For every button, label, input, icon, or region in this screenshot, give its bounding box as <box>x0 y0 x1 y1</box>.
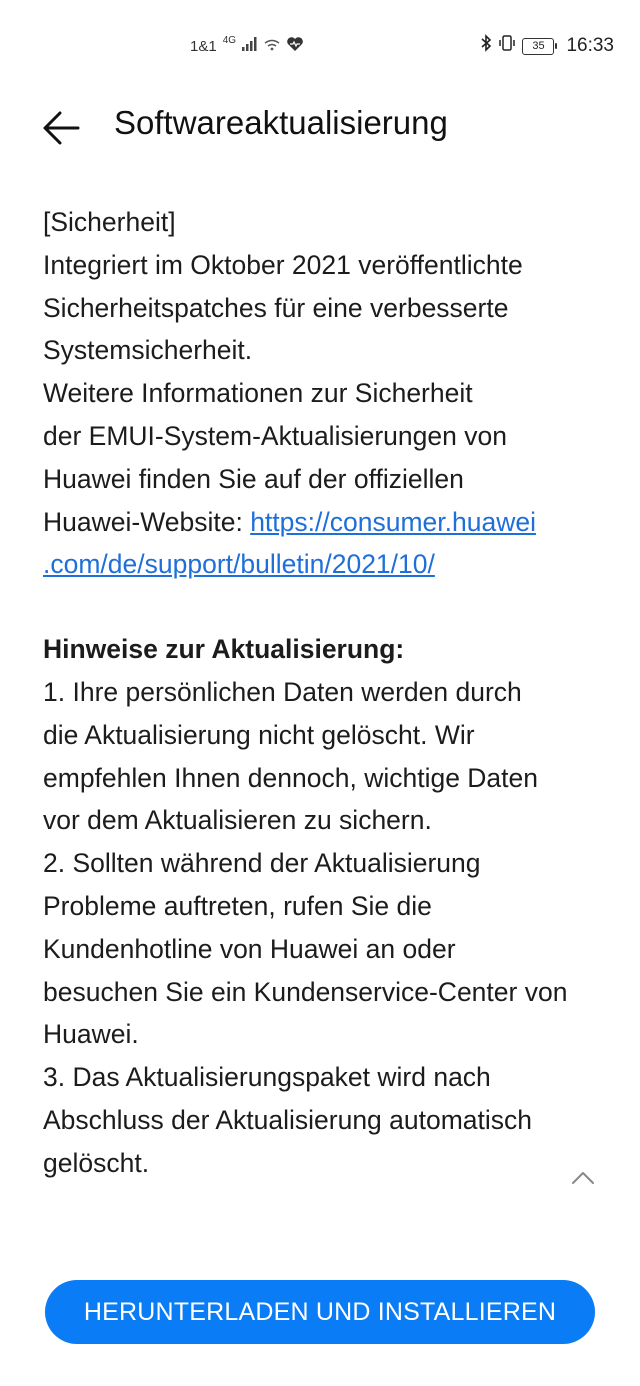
notes-line-2: die Aktualisierung nicht gelöscht. Wir <box>43 719 475 750</box>
app-header: Softwareaktualisierung <box>0 96 640 160</box>
notes-line-5: 2. Sollten während der Aktualisierung <box>43 848 481 879</box>
security-line-1: Integriert im Oktober 2021 veröffentlich… <box>43 249 523 280</box>
notes-line-10: 3. Das Aktualisierungspaket wird nach <box>43 1062 491 1093</box>
security-line-5: der EMUI-System-Aktualisierungen von <box>43 420 507 451</box>
release-notes: [Sicherheit] Integriert im Oktober 2021 … <box>43 201 603 1185</box>
page-title: Softwareaktualisierung <box>114 104 448 141</box>
status-right: 35 16:33 <box>480 34 614 58</box>
bulletin-link-continued[interactable]: .com/de/support/bulletin/2021/10/ <box>43 549 435 579</box>
security-line-6: Huawei finden Sie auf der offiziellen <box>43 463 464 494</box>
website-label: Huawei-Website: <box>43 506 251 537</box>
battery-level: 35 <box>532 39 545 52</box>
notes-heading: Hinweise zur Aktualisierung: <box>43 634 405 665</box>
back-button[interactable] <box>40 106 84 150</box>
carrier-label: 1&1 <box>190 37 217 55</box>
notes-line-12: gelöscht. <box>43 1147 150 1178</box>
security-line-4: Weitere Informationen zur Sicherheit <box>43 378 473 409</box>
bluetooth-icon <box>480 34 492 58</box>
notes-line-6: Probleme auftreten, rufen Sie die <box>43 890 432 921</box>
arrow-left-icon <box>43 111 80 145</box>
notes-line-8: besuchen Sie ein Kundenservice-Center vo… <box>43 976 568 1007</box>
security-line-2: Sicherheitspatches für eine verbesserte <box>43 292 509 323</box>
status-left: 1&1 4G <box>190 34 304 56</box>
notes-line-11: Abschluss der Aktualisierung automatisch <box>43 1104 533 1135</box>
wifi-icon <box>264 38 280 55</box>
status-bar: 1&1 4G 35 16:33 <box>0 28 640 64</box>
battery-icon: 35 <box>522 37 558 55</box>
website-line: Huawei-Website: https://consumer.huawei <box>43 501 603 544</box>
download-install-button[interactable]: HERUNTERLADEN UND INSTALLIEREN <box>45 1280 595 1344</box>
website-line-2: .com/de/support/bulletin/2021/10/ <box>43 543 603 586</box>
clock: 16:33 <box>566 35 614 56</box>
security-line-3: Systemsicherheit. <box>43 335 253 366</box>
notes-line-4: vor dem Aktualisieren zu sichern. <box>43 805 432 836</box>
notes-line-1: 1. Ihre persönlichen Daten werden durch <box>43 676 522 707</box>
heart-icon <box>286 36 304 56</box>
notes-line-9: Huawei. <box>43 1019 139 1050</box>
vibrate-icon <box>498 34 516 58</box>
notes-line-3: empfehlen Ihnen dennoch, wichtige Daten <box>43 762 539 793</box>
signal-icon <box>242 37 258 55</box>
network-label: 4G <box>222 34 237 46</box>
bulletin-link[interactable]: https://consumer.huawei <box>250 507 536 537</box>
notes-line-7: Kundenhotline von Huawei an oder <box>43 933 456 964</box>
security-heading: [Sicherheit] <box>43 207 176 237</box>
chevron-up-icon[interactable] <box>570 1168 596 1188</box>
